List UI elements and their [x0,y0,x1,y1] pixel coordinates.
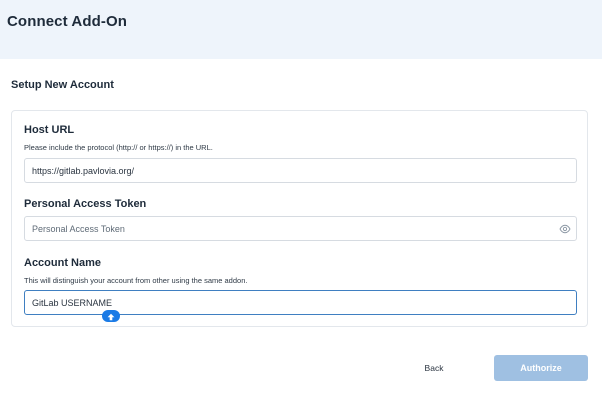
host-url-input[interactable] [24,158,577,183]
page-title: Connect Add-On [7,13,127,30]
back-button[interactable]: Back [414,358,454,378]
section-title: Setup New Account [11,79,114,91]
authorize-button[interactable]: Authorize [494,355,588,381]
header-bar: Connect Add-On [0,0,602,59]
account-form-card: Host URL Please include the protocol (ht… [11,110,588,327]
token-input[interactable] [24,216,577,241]
upload-arrow-icon [107,313,115,321]
account-name-label: Account Name [24,257,102,269]
host-url-label: Host URL [24,124,75,136]
eye-icon[interactable] [559,223,571,235]
account-name-help: This will distinguish your account from … [24,276,248,285]
token-label: Personal Access Token [24,198,147,210]
host-url-help: Please include the protocol (http:// or … [24,143,213,152]
input-assist-bubble[interactable] [102,310,120,322]
